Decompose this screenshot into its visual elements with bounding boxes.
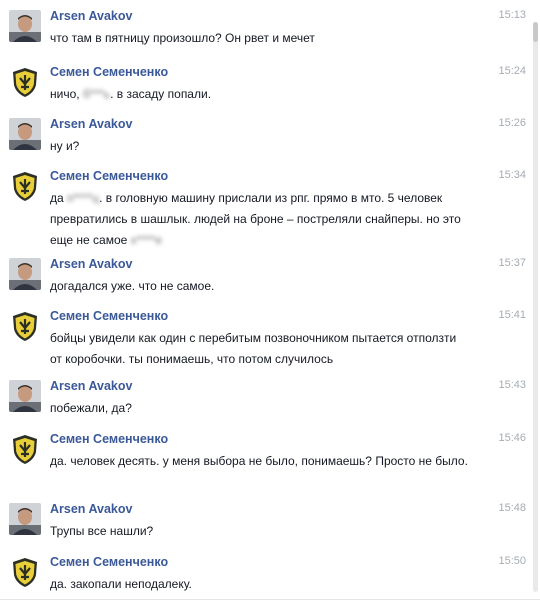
message-item: Arsen Avakov 15:48 Трупы все нашли? [0,502,530,549]
sender-name[interactable]: Семен Семенченко [50,65,168,79]
message-text-part: да [50,191,68,205]
sender-name[interactable]: Семен Семенченко [50,169,168,183]
message-text: да п****ц. в головную машину прислали из… [50,188,470,251]
message-timestamp: 15:26 [498,117,526,129]
message-text-part: . в засаду попали. [110,87,212,101]
scrollbar-track[interactable] [533,22,538,592]
message-text: ничо, б***ь. в засаду попали. [50,84,470,105]
message-text: что там в пятницу произошло? Он рвет и м… [50,31,315,45]
sender-name[interactable]: Семен Семенченко [50,555,168,569]
censored-word: п****ц [67,191,100,205]
shield-emblem-avatar-icon[interactable] [9,433,41,465]
message-item: Семен Семенченко 15:41 бойцы увидели как… [0,309,530,376]
person-avatar-icon[interactable] [9,503,41,535]
message-item: Arsen Avakov 15:13 что там в пятницу про… [0,9,530,56]
message-item: Arsen Avakov 15:43 побежали, да? [0,379,530,426]
message-timestamp: 15:48 [498,502,526,514]
message-text: да. человек десять. у меня выбора не был… [50,454,468,468]
person-avatar-icon[interactable] [9,118,41,150]
sender-name[interactable]: Arsen Avakov [50,257,132,271]
message-timestamp: 15:24 [498,65,526,77]
scrollbar-thumb[interactable] [533,22,538,42]
censored-word: б***ь [82,87,111,101]
message-item: Семен Семенченко 15:46 да. человек десят… [0,432,530,499]
shield-emblem-avatar-icon[interactable] [9,66,41,98]
message-item: Семен Семенченко 15:24 ничо, б***ь. в за… [0,65,530,112]
message-item: Семен Семенченко 15:34 да п****ц. в голо… [0,169,530,258]
person-avatar-icon[interactable] [9,10,41,42]
message-text-part: ничо, [50,87,83,101]
message-text: ну и? [50,139,80,153]
person-avatar-icon[interactable] [9,258,41,290]
person-avatar-icon[interactable] [9,380,41,412]
message-text-part: . в головную машину прислали из рпг. пря… [50,191,461,247]
censored-word: х****е [130,233,163,247]
message-timestamp: 15:43 [498,379,526,391]
message-item: Семен Семенченко 15:50 да. закопали непо… [0,555,530,598]
sender-name[interactable]: Arsen Avakov [50,502,132,516]
message-text: бойцы увидели как один с перебитым позво… [50,331,457,366]
message-timestamp: 15:41 [498,309,526,321]
chat-conversation: Arsen Avakov 15:13 что там в пятницу про… [0,0,540,600]
message-text: да. закопали неподалеку. [50,577,192,591]
message-item: Arsen Avakov 15:26 ну и? [0,117,530,164]
message-timestamp: 15:13 [498,9,526,21]
message-timestamp: 15:50 [498,555,526,567]
sender-name[interactable]: Arsen Avakov [50,117,132,131]
sender-name[interactable]: Arsen Avakov [50,9,132,23]
shield-emblem-avatar-icon[interactable] [9,170,41,202]
message-text: догадался уже. что не самое. [50,279,215,293]
shield-emblem-avatar-icon[interactable] [9,556,41,588]
message-timestamp: 15:37 [498,257,526,269]
message-item: Arsen Avakov 15:37 догадался уже. что не… [0,257,530,304]
sender-name[interactable]: Семен Семенченко [50,309,168,323]
message-text: побежали, да? [50,401,132,415]
sender-name[interactable]: Arsen Avakov [50,379,132,393]
message-timestamp: 15:34 [498,169,526,181]
shield-emblem-avatar-icon[interactable] [9,310,41,342]
message-text: Трупы все нашли? [50,524,154,538]
message-timestamp: 15:46 [498,432,526,444]
sender-name[interactable]: Семен Семенченко [50,432,168,446]
